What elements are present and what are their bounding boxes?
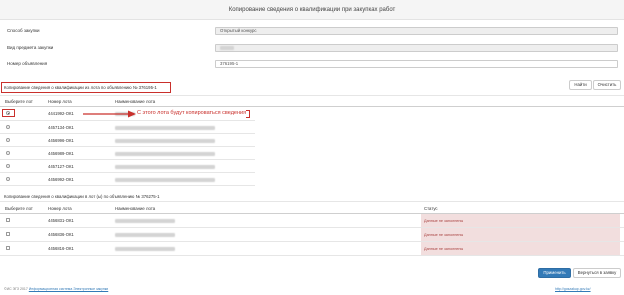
lot-number-4: 4456989-ОК1	[48, 151, 74, 156]
target-lot-name-redacted-1	[115, 219, 175, 223]
target-lot-name-redacted-3	[115, 247, 175, 251]
footer-site-link[interactable]: http://goszakup.gov.kz/	[555, 287, 591, 291]
lot-name-redacted-5	[115, 165, 215, 169]
target-lot-name-redacted-2	[115, 233, 175, 237]
status-badge-3: Данные не заполнены	[424, 247, 464, 251]
back-to-application-button[interactable]: Вернуться в заявку	[573, 268, 621, 278]
annotation-arrow-icon	[83, 110, 136, 118]
lot-name-redacted-2	[115, 126, 215, 130]
lot-number-1: 4441992-ОК1	[48, 111, 74, 116]
table2-header-status: Статус	[424, 206, 438, 211]
purchase-subject-label: Вид предмета закупки	[7, 45, 54, 50]
announcement-number-label: Номер объявления	[7, 61, 48, 66]
row-divider	[0, 133, 255, 134]
purchase-subject-field	[215, 44, 618, 52]
apply-button[interactable]: Применить	[538, 268, 571, 278]
footer-copyright: ©ИС ЭГЗ 2017 Информационная система Элек…	[4, 287, 109, 291]
target-lot-checkbox-2[interactable]	[6, 232, 10, 236]
find-button[interactable]: Найти	[569, 80, 592, 90]
footer-system-link[interactable]: Информационная система Электронные закуп…	[29, 287, 108, 291]
section2-label: Копирование сведения о квалификации в ло…	[4, 194, 160, 199]
table1-header-border	[0, 106, 624, 107]
target-lot-checkbox-1[interactable]	[6, 218, 10, 222]
announcement-number-field[interactable]: 376195-1	[215, 60, 618, 68]
annotation-bracket	[246, 110, 250, 118]
lot-radio-3[interactable]	[6, 138, 10, 142]
lot-name-redacted-6	[115, 178, 215, 182]
row-divider	[0, 159, 255, 160]
page-header: Копирование сведения о квалификации при …	[0, 0, 624, 20]
row-divider	[0, 172, 255, 173]
lot-radio-2[interactable]	[6, 125, 10, 129]
status-badge-1: Данные не заполнены	[424, 219, 464, 223]
section1-label: Копирование сведения о квалификации из л…	[4, 85, 157, 90]
table1-header-lot-number: Номер лота	[48, 99, 72, 104]
table1-header-select: Выберите лот	[5, 99, 33, 104]
table1-top-border	[0, 95, 624, 96]
purchase-method-label: Способ закупки	[7, 28, 40, 33]
annotation-text: С этого лота будут копироваться сведения	[137, 110, 247, 116]
row-divider	[0, 241, 624, 242]
lot-number-2: 4457134-ОК1	[48, 125, 74, 130]
lot-number-6: 4456992-ОК1	[48, 177, 74, 182]
table2-header-lot-number: Номер лота	[48, 206, 72, 211]
target-lot-checkbox-3[interactable]	[6, 246, 10, 250]
row-divider	[0, 146, 255, 147]
lot-number-5: 4457127-ОК1	[48, 164, 74, 169]
lot-name-redacted-3	[115, 139, 215, 143]
row-divider	[0, 255, 624, 256]
row-divider	[0, 227, 624, 228]
lot-radio-6[interactable]	[6, 177, 10, 181]
redacted-value	[220, 45, 234, 50]
target-lot-number-3: 4456816-ОК1	[48, 246, 74, 251]
lot-radio-4[interactable]	[6, 151, 10, 155]
lot-radio-1[interactable]	[6, 111, 10, 115]
table1-header-lot-name: Наименование лота	[115, 99, 156, 104]
lot-number-3: 4456996-ОК1	[48, 138, 74, 143]
clear-button[interactable]: Очистить	[593, 80, 621, 90]
purchase-method-field: Открытый конкурс	[215, 27, 618, 35]
row-divider	[0, 185, 255, 186]
status-badge-2: Данные не заполнены	[424, 233, 464, 237]
table2-top-border	[0, 201, 624, 202]
page-title: Копирование сведения о квалификации при …	[228, 7, 396, 13]
lot-name-redacted-4	[115, 152, 215, 156]
target-lot-number-1: 4456831-ОК1	[48, 218, 74, 223]
table2-header-select: Выберите лот	[5, 206, 33, 211]
table2-header-lot-name: Наименование лота	[115, 206, 156, 211]
lot-radio-5[interactable]	[6, 164, 10, 168]
target-lot-number-2: 4456836-ОК1	[48, 232, 74, 237]
row-divider	[0, 120, 255, 121]
